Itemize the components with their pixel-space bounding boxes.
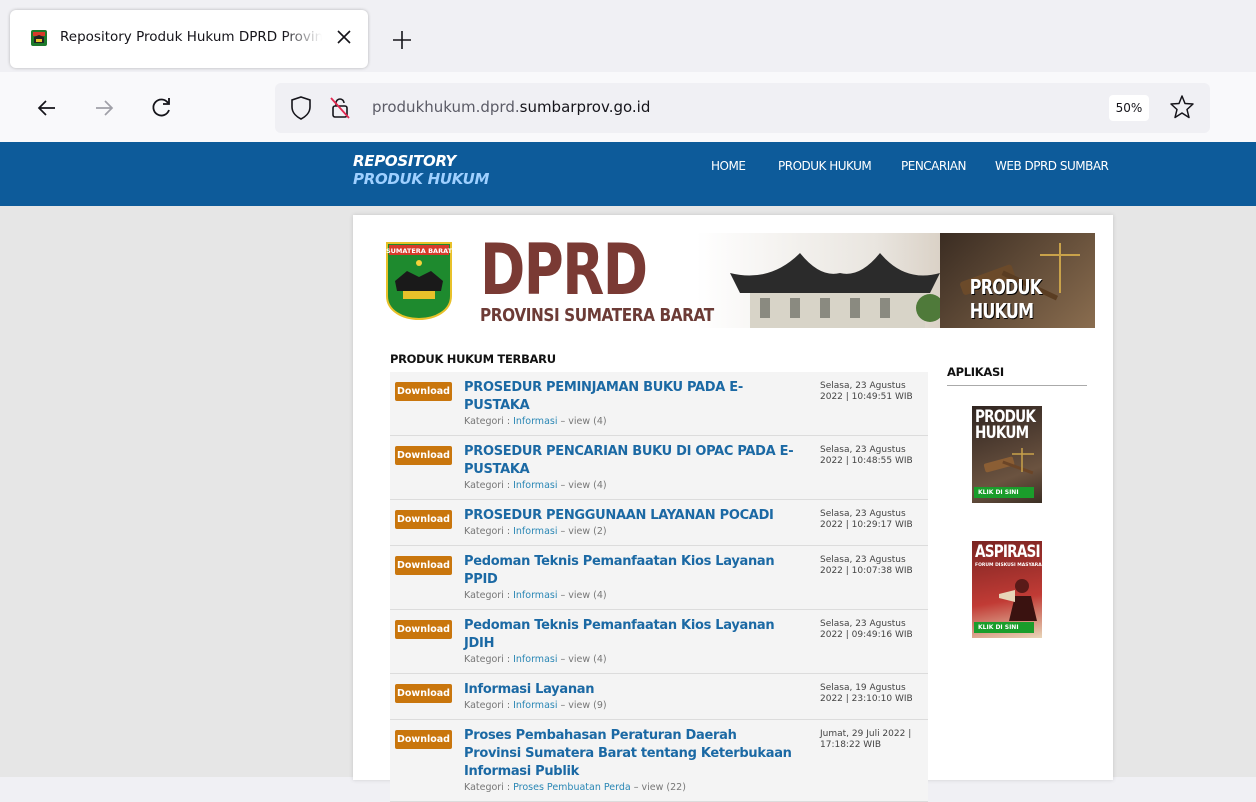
document-date: Selasa, 19 Agustus 2022 | 23:10:10 WIB xyxy=(820,683,913,704)
latest-heading: PRODUK HUKUM TERBARU xyxy=(390,352,556,366)
app-aspirasi-subtitle: FORUM DISKUSI MASYARAKAT xyxy=(975,563,1052,568)
app-produk-hukum-link[interactable]: PRODUK HUKUM KLIK DI SINI xyxy=(972,406,1042,503)
document-title-link[interactable]: Pedoman Teknis Pemanfaatan Kios Layanan … xyxy=(464,553,794,589)
category-link[interactable]: Informasi xyxy=(513,526,557,537)
document-title-link[interactable]: Pedoman Teknis Pemanfaatan Kios Layanan … xyxy=(464,617,794,653)
nav-pencarian[interactable]: PENCARIAN xyxy=(901,159,966,173)
svg-text:SUMATERA BARAT: SUMATERA BARAT xyxy=(386,247,453,255)
bookmark-star-icon[interactable] xyxy=(1169,94,1195,120)
document-meta: Kategori : Informasi – view (4) xyxy=(464,480,607,491)
app-aspirasi-link[interactable]: ASPIRASI FORUM DISKUSI MASYARAKAT KLIK D… xyxy=(972,541,1051,638)
reload-icon[interactable] xyxy=(147,94,175,122)
page-content: SUMATERA BARAT DPRD PROVINSI SUMATERA BA… xyxy=(0,206,1256,802)
nav-home[interactable]: HOME xyxy=(711,159,746,173)
download-button[interactable]: Download xyxy=(395,510,452,529)
download-button[interactable]: Download xyxy=(395,446,452,465)
category-link[interactable]: Informasi xyxy=(513,654,557,665)
category-link[interactable]: Informasi xyxy=(513,700,557,711)
site-favicon-icon xyxy=(31,30,47,46)
document-date: Selasa, 23 Agustus 2022 | 10:07:38 WIB xyxy=(820,555,913,576)
download-button[interactable]: Download xyxy=(395,684,452,703)
document-meta: Kategori : Informasi – view (4) xyxy=(464,590,607,601)
nav-produk-hukum[interactable]: PRODUK HUKUM xyxy=(778,159,872,173)
list-item: Download Pedoman Teknis Pemanfaatan Kios… xyxy=(390,610,928,674)
document-date: Selasa, 23 Agustus 2022 | 10:48:55 WIB xyxy=(820,445,913,466)
document-title-link[interactable]: PROSEDUR PENGGUNAAN LAYANAN POCADI xyxy=(464,507,794,525)
latest-list: Download PROSEDUR PEMINJAMAN BUKU PADA E… xyxy=(390,372,928,802)
browser-tab[interactable]: Repository Produk Hukum DPRD Provinsi Su… xyxy=(10,10,368,68)
banner-subtitle: PROVINSI SUMATERA BARAT xyxy=(480,305,714,326)
klik-disini-badge: KLIK DI SINI xyxy=(974,622,1034,633)
list-item: Download Proses Pembahasan Peraturan Dae… xyxy=(390,720,928,802)
app-produk-hukum-title: PRODUK HUKUM xyxy=(975,407,1036,443)
document-title-link[interactable]: Informasi Layanan xyxy=(464,681,794,699)
download-button[interactable]: Download xyxy=(395,730,452,749)
rumah-gadang-icon xyxy=(730,253,944,328)
back-arrow-icon[interactable] xyxy=(33,94,61,122)
category-link[interactable]: Informasi xyxy=(513,590,557,601)
provincial-emblem-icon: SUMATERA BARAT xyxy=(386,242,453,321)
new-tab-icon[interactable] xyxy=(389,27,415,53)
close-tab-icon[interactable] xyxy=(332,25,356,49)
forward-arrow-icon[interactable] xyxy=(90,94,118,122)
banner-title: DPRD xyxy=(480,233,648,311)
tab-title: Repository Produk Hukum DPRD Provinsi Su… xyxy=(60,29,322,45)
download-button[interactable]: Download xyxy=(395,556,452,575)
document-date: Jumat, 29 Juli 2022 | 17:18:22 WIB xyxy=(820,729,912,750)
insecure-lock-icon[interactable] xyxy=(328,95,352,121)
list-item: Download PROSEDUR PEMINJAMAN BUKU PADA E… xyxy=(390,372,928,436)
browser-tab-bar: Repository Produk Hukum DPRD Provinsi Su… xyxy=(0,0,1256,72)
megaphone-person-icon xyxy=(999,579,1037,621)
category-link[interactable]: Informasi xyxy=(513,416,557,427)
document-date: Selasa, 23 Agustus 2022 | 10:49:51 WIB xyxy=(820,381,913,402)
list-item: Download Informasi Layanan Kategori : In… xyxy=(390,674,928,720)
list-item: Download Pedoman Teknis Pemanfaatan Kios… xyxy=(390,546,928,610)
tracking-shield-icon[interactable] xyxy=(289,95,313,121)
main-card: SUMATERA BARAT DPRD PROVINSI SUMATERA BA… xyxy=(353,215,1113,802)
download-button[interactable]: Download xyxy=(395,382,452,401)
klik-disini-badge: KLIK DI SINI xyxy=(974,487,1034,498)
document-title-link[interactable]: Proses Pembahasan Peraturan Daerah Provi… xyxy=(464,727,794,781)
address-bar[interactable]: produkhukum.dprd.sumbarprov.go.id 50% xyxy=(275,83,1210,133)
gavel-icon xyxy=(983,448,1034,475)
zoom-level-button[interactable]: 50% xyxy=(1109,95,1149,121)
header-banner: SUMATERA BARAT DPRD PROVINSI SUMATERA BA… xyxy=(370,233,1095,328)
produk-hukum-label: PRODUK HUKUM xyxy=(969,275,1042,323)
list-item: Download PROSEDUR PENCARIAN BUKU DI OPAC… xyxy=(390,436,928,500)
url-text[interactable]: produkhukum.dprd.sumbarprov.go.id xyxy=(372,98,650,116)
document-meta: Kategori : Proses Pembuatan Perda – view… xyxy=(464,782,686,793)
document-meta: Kategori : Informasi – view (4) xyxy=(464,416,607,427)
category-link[interactable]: Proses Pembuatan Perda xyxy=(513,782,631,793)
document-date: Selasa, 23 Agustus 2022 | 09:49:16 WIB xyxy=(820,619,913,640)
nav-web-dprd-sumbar[interactable]: WEB DPRD SUMBAR xyxy=(995,159,1109,173)
document-title-link[interactable]: PROSEDUR PEMINJAMAN BUKU PADA E-PUSTAKA xyxy=(464,379,794,415)
site-brand-logo[interactable]: REPOSITORY PRODUK HUKUM xyxy=(353,152,489,188)
document-date: Selasa, 23 Agustus 2022 | 10:29:17 WIB xyxy=(820,509,913,530)
site-header: REPOSITORY PRODUK HUKUM HOME PRODUK HUKU… xyxy=(0,142,1256,206)
document-title-link[interactable]: PROSEDUR PENCARIAN BUKU DI OPAC PADA E-P… xyxy=(464,443,794,479)
list-item: Download PROSEDUR PENGGUNAAN LAYANAN POC… xyxy=(390,500,928,546)
aplikasi-heading: APLIKASI xyxy=(947,365,1087,386)
app-aspirasi-title: ASPIRASI xyxy=(975,542,1041,562)
category-link[interactable]: Informasi xyxy=(513,480,557,491)
produk-hukum-banner-image: PRODUK HUKUM xyxy=(940,233,1095,328)
document-meta: Kategori : Informasi – view (4) xyxy=(464,654,607,665)
download-button[interactable]: Download xyxy=(395,620,452,639)
